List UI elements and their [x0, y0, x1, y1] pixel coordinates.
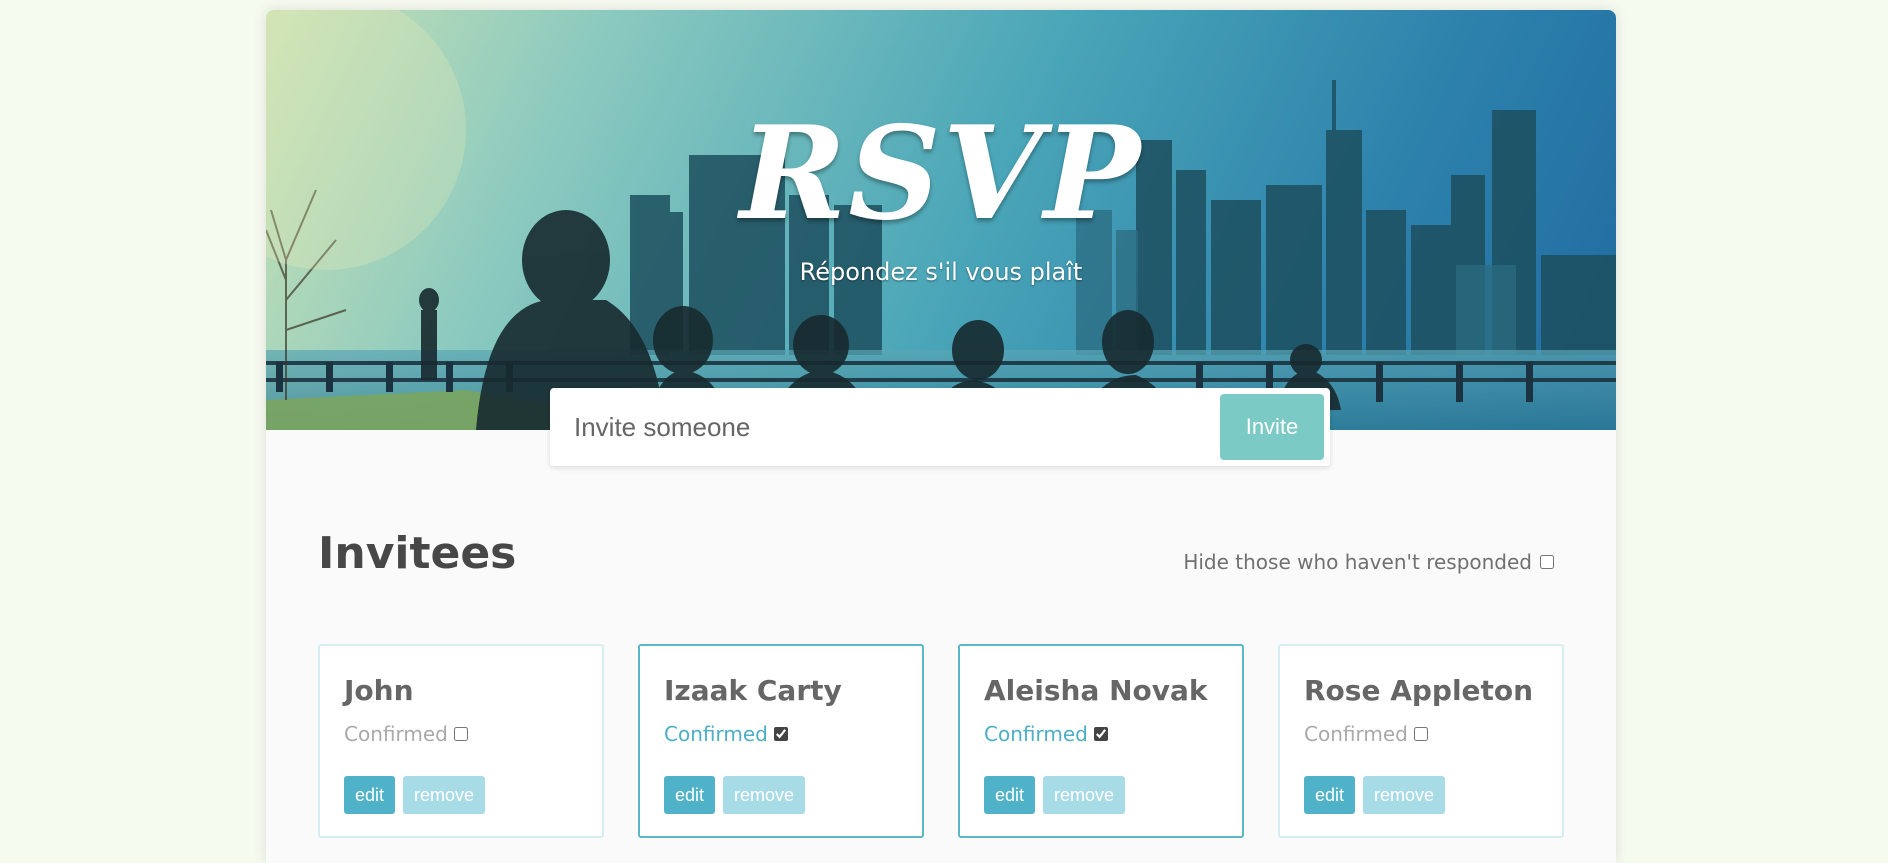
invitee-name: Izaak Carty	[664, 674, 842, 707]
remove-button[interactable]: remove	[403, 776, 486, 814]
card-actions: edit remove	[1304, 776, 1446, 814]
invitee-name: Rose Appleton	[1304, 674, 1534, 707]
confirmed-label: Confirmed	[984, 722, 1088, 746]
invite-input[interactable]	[558, 394, 1208, 460]
edit-button[interactable]: edit	[1304, 776, 1356, 814]
hide-unresponded-filter[interactable]: Hide those who haven't responded	[1183, 550, 1554, 574]
confirmed-toggle[interactable]: Confirmed	[344, 722, 468, 746]
confirmed-label: Confirmed	[1304, 722, 1408, 746]
edit-button[interactable]: edit	[344, 776, 396, 814]
confirmed-toggle[interactable]: Confirmed	[984, 722, 1108, 746]
remove-button[interactable]: remove	[723, 776, 806, 814]
card-actions: edit remove	[664, 776, 806, 814]
confirmed-checkbox[interactable]	[1093, 727, 1108, 741]
invitee-list: John Confirmed edit remove Izaak Carty C…	[318, 644, 1568, 840]
confirmed-checkbox[interactable]	[773, 727, 788, 741]
invitee-name: John	[344, 674, 414, 707]
invite-button[interactable]: Invite	[1220, 394, 1324, 460]
invitee-card: Aleisha Novak Confirmed edit remove	[958, 644, 1244, 838]
remove-button[interactable]: remove	[1363, 776, 1446, 814]
confirmed-checkbox[interactable]	[1413, 727, 1428, 741]
invitee-name: Aleisha Novak	[984, 674, 1208, 707]
edit-button[interactable]: edit	[664, 776, 716, 814]
invitee-card: Rose Appleton Confirmed edit remove	[1278, 644, 1564, 838]
invite-form: Invite	[550, 388, 1330, 466]
confirmed-label: Confirmed	[664, 722, 768, 746]
invitee-card: John Confirmed edit remove	[318, 644, 604, 838]
app-container: RSVP Répondez s'il vous plaît Invite Inv…	[266, 10, 1616, 863]
hide-unresponded-label: Hide those who haven't responded	[1183, 550, 1532, 574]
remove-button[interactable]: remove	[1043, 776, 1126, 814]
confirmed-checkbox[interactable]	[453, 727, 468, 741]
app-subtitle: Répondez s'il vous plaît	[799, 258, 1083, 286]
invitees-heading: Invitees	[318, 528, 517, 579]
confirmed-toggle[interactable]: Confirmed	[664, 722, 788, 746]
card-actions: edit remove	[984, 776, 1126, 814]
confirmed-toggle[interactable]: Confirmed	[1304, 722, 1428, 746]
hero-banner: RSVP Répondez s'il vous plaît	[266, 10, 1616, 430]
invitee-card: Izaak Carty Confirmed edit remove	[638, 644, 924, 838]
edit-button[interactable]: edit	[984, 776, 1036, 814]
confirmed-label: Confirmed	[344, 722, 448, 746]
card-actions: edit remove	[344, 776, 486, 814]
hide-unresponded-checkbox[interactable]	[1540, 555, 1554, 569]
app-title: RSVP	[739, 99, 1143, 249]
